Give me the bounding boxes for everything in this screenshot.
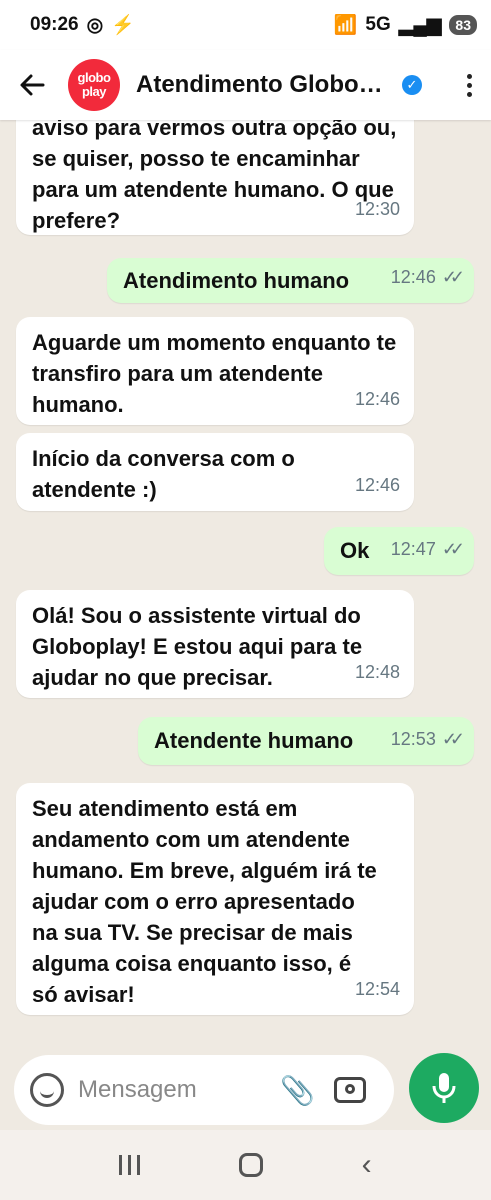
system-navigation-bar: ‹ bbox=[0, 1130, 491, 1200]
camera-icon[interactable] bbox=[334, 1077, 366, 1103]
message-time: 12:47 bbox=[390, 539, 436, 559]
more-options-button[interactable] bbox=[457, 73, 481, 97]
whatsapp-notification-icon: ◎ bbox=[86, 14, 104, 36]
battery-badge: 83 bbox=[449, 15, 477, 35]
message-time: 12:53 bbox=[390, 729, 436, 749]
message-text: Olá! Sou o assistente virtual do Globopl… bbox=[32, 603, 363, 690]
microphone-icon bbox=[432, 1073, 456, 1103]
message-bubble[interactable]: Início da conversa com o atendente :) 12… bbox=[16, 433, 414, 511]
back-nav-button[interactable]: ‹ bbox=[362, 1148, 372, 1182]
message-time: 12:46 bbox=[354, 475, 400, 495]
back-arrow-icon bbox=[20, 74, 45, 96]
verified-badge-icon: ✓ bbox=[402, 75, 422, 95]
message-time-wrap: 12:53 ✓✓ bbox=[391, 724, 466, 755]
recents-bar bbox=[128, 1155, 132, 1175]
message-time-wrap: 12:47 ✓✓ bbox=[391, 534, 466, 565]
contact-name[interactable]: Atendimento Globoplay bbox=[136, 71, 394, 99]
message-list[interactable]: aviso para vermos outra opção ou, se qui… bbox=[0, 120, 491, 1045]
chat-header: globo play Atendimento Globoplay ✓ bbox=[0, 50, 491, 120]
home-button[interactable] bbox=[238, 1153, 263, 1177]
message-time: 12:30 bbox=[354, 199, 400, 219]
message-text: aviso para vermos outra opção ou, se qui… bbox=[32, 120, 397, 233]
voice-message-button[interactable] bbox=[409, 1053, 479, 1123]
message-time: 12:46 bbox=[390, 267, 436, 287]
message-time: 12:54 bbox=[354, 979, 400, 999]
network-label: 5G bbox=[365, 14, 391, 35]
status-time: 09:26 bbox=[30, 14, 79, 35]
message-time-wrap: 12:46 ✓✓ bbox=[391, 262, 466, 293]
menu-dot bbox=[466, 91, 472, 97]
message-bubble[interactable]: Ok 12:47 ✓✓ bbox=[324, 527, 474, 575]
menu-dot bbox=[466, 82, 472, 88]
message-text: Início da conversa com o atendente :) bbox=[32, 446, 295, 502]
back-button[interactable] bbox=[12, 65, 52, 105]
contact-avatar[interactable]: globo play bbox=[68, 59, 120, 111]
status-bar: 09:26 ◎ ⚡ 📶 5G ▂▄▆ 83 bbox=[0, 0, 491, 50]
logo-text-line1: globo bbox=[77, 70, 111, 85]
read-receipt-icon: ✓✓ bbox=[441, 539, 465, 559]
message-bubble[interactable]: Atendente humano 12:53 ✓✓ bbox=[138, 717, 474, 765]
read-receipt-icon: ✓✓ bbox=[441, 729, 465, 749]
recents-bar bbox=[137, 1155, 141, 1175]
message-text: Seu atendimento está em andamento com um… bbox=[32, 796, 377, 1007]
message-bubble[interactable]: aviso para vermos outra opção ou, se qui… bbox=[16, 120, 414, 235]
sticker-icon[interactable] bbox=[30, 1073, 64, 1107]
recents-bar bbox=[119, 1155, 123, 1175]
menu-dot bbox=[466, 73, 472, 79]
signal-icon: ▂▄▆ bbox=[398, 14, 442, 36]
message-bubble[interactable]: Olá! Sou o assistente virtual do Globopl… bbox=[16, 590, 414, 698]
message-bubble[interactable]: Aguarde um momento enquanto te transfiro… bbox=[16, 317, 414, 425]
message-time: 12:48 bbox=[354, 662, 400, 682]
message-text: Aguarde um momento enquanto te transfiro… bbox=[32, 330, 397, 417]
message-time: 12:46 bbox=[354, 389, 400, 409]
message-bubble[interactable]: Seu atendimento está em andamento com um… bbox=[16, 783, 414, 1015]
read-receipt-icon: ✓✓ bbox=[441, 267, 465, 287]
recents-button[interactable] bbox=[119, 1155, 141, 1175]
paperclip-icon[interactable]: 📎 bbox=[280, 1074, 315, 1107]
message-bubble[interactable]: Atendimento humano 12:46 ✓✓ bbox=[107, 258, 474, 303]
wifi-icon: 📶 bbox=[333, 15, 358, 36]
message-input[interactable] bbox=[76, 1067, 270, 1113]
app-notification-icon: ⚡ bbox=[111, 15, 135, 36]
logo-text-line2: play bbox=[81, 84, 107, 99]
message-composer: 📎 bbox=[14, 1055, 394, 1125]
